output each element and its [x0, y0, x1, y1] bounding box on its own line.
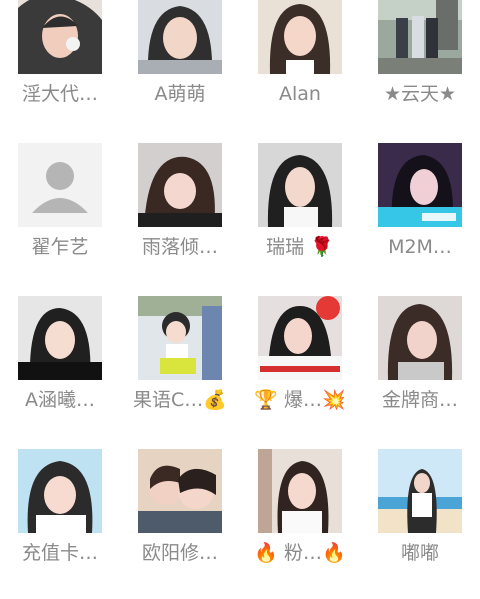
- contact-cell[interactable]: ★云天★: [360, 0, 480, 140]
- avatar-photo: [258, 449, 342, 533]
- contact-name: 翟乍艺: [31, 236, 89, 258]
- contact-cell[interactable]: 金牌商…: [360, 296, 480, 446]
- contact-cell[interactable]: 淫大代…: [0, 0, 120, 140]
- avatar-photo: [138, 449, 222, 533]
- contact-avatar[interactable]: [138, 296, 222, 380]
- avatar-photo: [378, 0, 462, 74]
- contact-name: 🏆 爆…💥: [254, 389, 346, 411]
- contact-cell[interactable]: M2M…: [360, 143, 480, 293]
- avatar-photo: [258, 0, 342, 74]
- contact-cell[interactable]: 嘟嘟: [360, 449, 480, 599]
- avatar-photo: [258, 143, 342, 227]
- contact-avatar[interactable]: [138, 143, 222, 227]
- contact-avatar[interactable]: [378, 0, 462, 74]
- avatar-photo: [18, 449, 102, 533]
- contact-grid: 淫大代… A萌萌 Alan ★云天★ 翟乍艺 雨落倾… 瑞瑞 🌹 M2M… A涵…: [0, 0, 480, 581]
- avatar-photo: [378, 143, 462, 227]
- contact-name: 淫大代…: [21, 83, 98, 105]
- contact-name: A涵曦…: [25, 389, 95, 411]
- contact-cell[interactable]: 欧阳修…: [120, 449, 240, 599]
- contact-avatar[interactable]: [258, 449, 342, 533]
- contact-name: A萌萌: [154, 83, 206, 105]
- avatar-photo: [138, 143, 222, 227]
- default-user-icon: [18, 143, 102, 227]
- avatar-photo: [378, 296, 462, 380]
- contact-name: Alan: [279, 83, 321, 105]
- contact-avatar[interactable]: [378, 449, 462, 533]
- contact-name: M2M…: [388, 236, 452, 258]
- avatar-photo: [18, 296, 102, 380]
- contact-name: 瑞瑞 🌹: [266, 236, 334, 258]
- contact-avatar[interactable]: [378, 143, 462, 227]
- contact-avatar[interactable]: [18, 143, 102, 227]
- contact-cell[interactable]: 瑞瑞 🌹: [240, 143, 360, 293]
- contact-cell[interactable]: 翟乍艺: [0, 143, 120, 293]
- contact-name: 雨落倾…: [141, 236, 218, 258]
- avatar-photo: [138, 0, 222, 74]
- contact-name: ★云天★: [383, 83, 457, 105]
- contact-name: 欧阳修…: [141, 542, 218, 564]
- contact-avatar[interactable]: [378, 296, 462, 380]
- contact-cell[interactable]: A涵曦…: [0, 296, 120, 446]
- avatar-photo: [378, 449, 462, 533]
- contact-avatar[interactable]: [18, 296, 102, 380]
- contact-cell[interactable]: 🏆 爆…💥: [240, 296, 360, 446]
- contact-cell[interactable]: 🔥 粉…🔥: [240, 449, 360, 599]
- avatar-photo: [18, 0, 102, 74]
- avatar-photo: [258, 296, 342, 380]
- contact-cell[interactable]: 充值卡…: [0, 449, 120, 599]
- contact-avatar[interactable]: [18, 449, 102, 533]
- contact-name: 充值卡…: [21, 542, 98, 564]
- contact-name: 果语C…💰: [133, 389, 227, 411]
- contact-name: 🔥 粉…🔥: [254, 542, 346, 564]
- contact-name: 金牌商…: [381, 389, 458, 411]
- avatar-photo: [138, 296, 222, 380]
- contact-avatar[interactable]: [138, 449, 222, 533]
- contact-avatar[interactable]: [258, 296, 342, 380]
- contact-cell[interactable]: Alan: [240, 0, 360, 140]
- contact-cell[interactable]: 雨落倾…: [120, 143, 240, 293]
- contact-name: 嘟嘟: [400, 542, 439, 564]
- contact-cell[interactable]: A萌萌: [120, 0, 240, 140]
- contact-avatar[interactable]: [18, 0, 102, 74]
- contact-avatar[interactable]: [138, 0, 222, 74]
- contact-avatar[interactable]: [258, 0, 342, 74]
- contact-avatar[interactable]: [258, 143, 342, 227]
- contact-cell[interactable]: 果语C…💰: [120, 296, 240, 446]
